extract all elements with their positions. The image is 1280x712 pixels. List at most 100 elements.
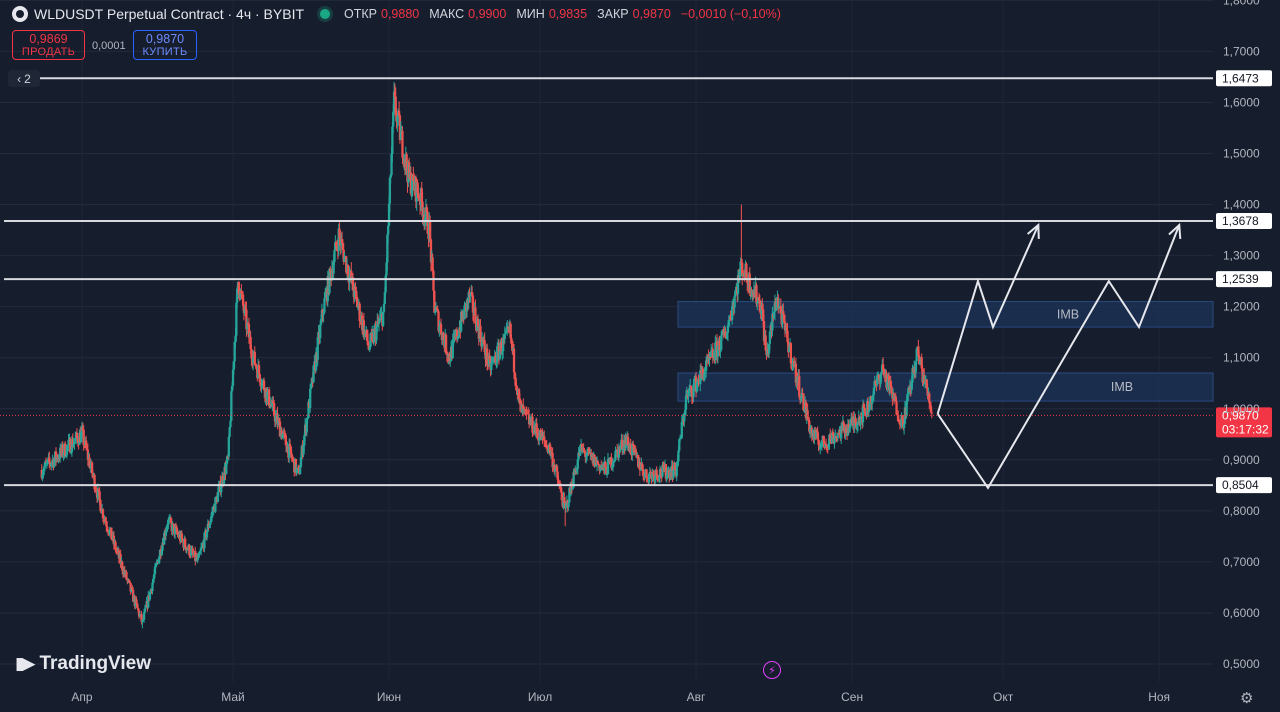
candle-body: [479, 325, 482, 339]
ohlc-readout: ОТКР 0,9880 МАКС 0,9900 МИН 0,9835 ЗАКР 0,98…: [344, 7, 787, 21]
sell-label: ПРОДАТЬ: [21, 46, 76, 58]
candle-body: [135, 599, 138, 604]
candle-body: [284, 435, 287, 446]
candle-body: [439, 323, 443, 335]
candle-body: [928, 393, 931, 403]
tradingview-mark-icon: ▮▶: [15, 654, 35, 673]
spread-value: 0,0001: [92, 40, 126, 52]
time-tick-label: Ноя: [1148, 690, 1170, 704]
candle: [382, 311, 385, 328]
candle-body: [319, 324, 322, 339]
candlestick-chart[interactable]: IMB IMB 1,6473 1,3678 1,2539 0,8504 0,9870 03:…: [0, 0, 1280, 712]
price-candles: [40, 82, 933, 629]
candle: [614, 446, 617, 462]
candle-body: [518, 398, 522, 405]
time-tick-label: Сен: [841, 690, 863, 704]
price-tick-label: 1,5000: [1223, 147, 1260, 161]
countdown-label: 03:17:32: [1222, 422, 1269, 436]
candle-body: [645, 469, 648, 478]
candle-body: [672, 470, 675, 478]
candle-body: [128, 581, 131, 584]
chevron-icon: ‹: [17, 71, 22, 86]
candle-body: [675, 462, 678, 477]
candle-body: [127, 579, 131, 582]
candle-body: [567, 502, 570, 507]
candle-body: [432, 270, 435, 291]
candle-body: [227, 436, 230, 457]
projection-paths: [936, 222, 1182, 490]
sell-button[interactable]: 0,9869 ПРОДАТЬ: [12, 30, 85, 60]
market-status-icon[interactable]: [320, 9, 331, 19]
candle-body: [782, 311, 785, 315]
price-tick-label: 1,0000: [1223, 402, 1260, 416]
buy-button[interactable]: 0,9870 КУПИТЬ: [133, 30, 197, 60]
candle-body: [428, 221, 432, 240]
close-label: ЗАКР: [597, 7, 629, 21]
candle: [439, 318, 443, 336]
candle-body: [848, 427, 851, 433]
candle-body: [98, 491, 101, 500]
candle: [675, 461, 678, 482]
candle-body: [378, 317, 381, 322]
collapse-count: 2: [24, 71, 31, 86]
candle-body: [153, 566, 157, 575]
candle: [741, 258, 744, 286]
candle-body: [184, 538, 187, 547]
candle-body: [142, 612, 146, 620]
price-tick-label: 1,7000: [1223, 44, 1260, 58]
candle: [740, 204, 743, 266]
open-value: 0,9880: [381, 7, 420, 21]
candle: [230, 387, 233, 422]
high-value: 0,9900: [468, 7, 507, 21]
gear-icon[interactable]: ⚙: [1240, 689, 1253, 707]
horizontal-levels: 1,64731,36781,25390,85040,987003:17:32: [0, 70, 1272, 494]
open-label: ОТКР: [344, 7, 377, 21]
candle-body: [253, 351, 256, 365]
candle-body: [196, 557, 199, 561]
tradingview-logo[interactable]: ▮▶ TradingView: [15, 653, 151, 675]
level-price-label: 1,3678: [1222, 214, 1259, 228]
price-axis: 1,8000 1,7000 1,6000 1,5000 1,4000 1,3000 1,20…: [1223, 0, 1260, 671]
price-tick-label: 0,7000: [1223, 555, 1260, 569]
candle-body: [806, 410, 809, 419]
candle-body: [205, 531, 209, 538]
price-tick-label: 1,4000: [1223, 198, 1260, 212]
candle-body: [930, 412, 933, 414]
time-axis: Апр Май Июн Июл Авг Сен Окт Ноя: [71, 690, 1170, 704]
candle-body: [764, 335, 767, 351]
symbol-logo-icon: [12, 6, 28, 22]
time-tick-label: Июн: [377, 690, 401, 704]
indicators-collapse-button[interactable]: ‹ 2: [8, 70, 40, 87]
candle-body: [863, 407, 866, 412]
projection-path: [936, 224, 1181, 490]
candle: [253, 346, 256, 366]
candle-body: [789, 343, 793, 364]
level-price-label: 1,6473: [1222, 71, 1259, 85]
price-tick-label: 0,9000: [1223, 453, 1260, 467]
time-tick-label: Авг: [687, 690, 706, 704]
candle-body: [257, 365, 261, 375]
candle-body: [148, 591, 152, 600]
low-value: 0,9835: [548, 7, 588, 21]
candle-body: [267, 389, 271, 406]
candle-body: [158, 556, 161, 564]
level-price-label: 0,8504: [1222, 478, 1259, 492]
candle-body: [125, 571, 128, 580]
lightning-icon[interactable]: ⚡: [763, 661, 781, 679]
chart-grid: [0, 0, 1213, 682]
buy-label: КУПИТЬ: [142, 46, 188, 58]
price-tick-label: 0,5000: [1223, 657, 1260, 671]
price-tick-label: 0,6000: [1223, 606, 1260, 620]
candle-body: [382, 311, 385, 326]
price-tick-label: 1,1000: [1223, 351, 1260, 365]
candle-body: [229, 420, 232, 428]
candle-body: [733, 295, 736, 308]
candle-body: [333, 250, 336, 262]
price-tick-label: 1,8000: [1223, 0, 1260, 7]
symbol-title[interactable]: WLDUSDT Perpetual Contract · 4ч · BYBIT: [34, 6, 304, 22]
candle-body: [382, 303, 386, 312]
candle-body: [143, 608, 147, 613]
low-label: МИН: [516, 7, 545, 21]
level-price-label: 1,2539: [1222, 272, 1259, 286]
candle-body: [73, 441, 76, 444]
